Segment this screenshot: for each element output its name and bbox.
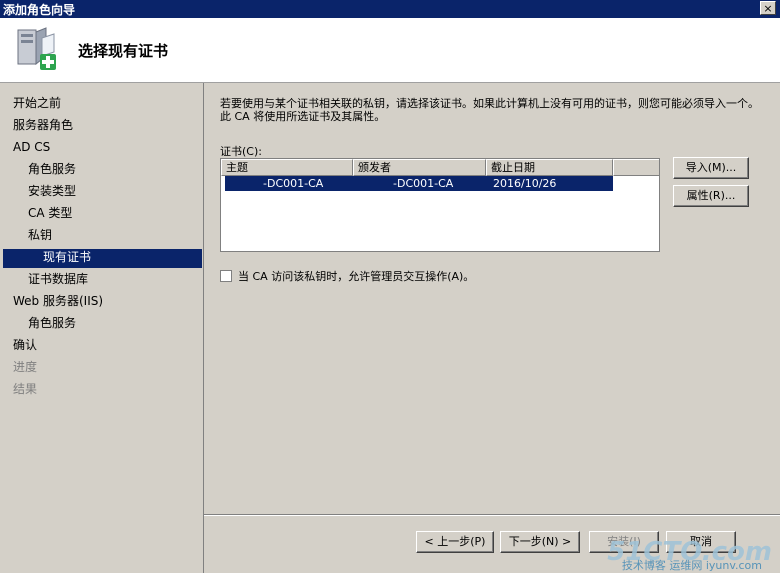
nav-item-role-services[interactable]: 角色服务 bbox=[28, 159, 76, 179]
watermark-text: 技术博客 运维网 iyunv.com bbox=[621, 559, 762, 572]
certificate-list[interactable]: 主题 颁发者 截止日期 -DC001-CA -DC001-CA 2016/10/… bbox=[220, 158, 660, 252]
wizard-content: 若要使用与某个证书相关联的私钥，请选择该证书。如果此计算机上没有可用的证书，则您… bbox=[204, 83, 780, 573]
wizard-header: 选择现有证书 bbox=[0, 18, 780, 83]
title-bar: 添加角色向导 × bbox=[0, 0, 780, 18]
column-subject[interactable]: 主题 bbox=[221, 159, 353, 176]
footer-separator bbox=[204, 514, 780, 516]
column-expiration[interactable]: 截止日期 bbox=[486, 159, 613, 176]
wizard-nav: 开始之前 服务器角色 AD CS 角色服务 安装类型 CA 类型 私钥 现有证书… bbox=[0, 83, 204, 573]
next-button[interactable]: 下一步(N) > bbox=[500, 531, 580, 553]
allow-interaction-label: 当 CA 访问该私钥时，允许管理员交互操作(A)。 bbox=[238, 270, 475, 283]
cell-subject: -DC001-CA bbox=[263, 177, 324, 190]
properties-button[interactable]: 属性(R)... bbox=[673, 185, 749, 207]
list-header: 主题 颁发者 截止日期 bbox=[221, 159, 659, 176]
nav-item-cert-database[interactable]: 证书数据库 bbox=[28, 269, 88, 289]
nav-item-server-roles[interactable]: 服务器角色 bbox=[13, 115, 73, 135]
nav-item-setup-type[interactable]: 安装类型 bbox=[28, 181, 76, 201]
nav-item-private-key[interactable]: 私钥 bbox=[28, 225, 52, 245]
table-row[interactable]: -DC001-CA -DC001-CA 2016/10/26 bbox=[225, 176, 613, 191]
nav-item-progress: 进度 bbox=[13, 360, 38, 374]
nav-item-confirmation[interactable]: 确认 bbox=[13, 335, 37, 355]
previous-button[interactable]: < 上一步(P) bbox=[416, 531, 494, 553]
cell-issuer: -DC001-CA bbox=[393, 177, 454, 190]
page-title: 选择现有证书 bbox=[78, 42, 169, 60]
window-title: 添加角色向导 bbox=[3, 3, 76, 17]
nav-item-web-server-iis[interactable]: Web 服务器(IIS) bbox=[13, 291, 103, 311]
column-issuer[interactable]: 颁发者 bbox=[353, 159, 486, 176]
column-filler bbox=[613, 159, 659, 176]
allow-interaction-checkbox[interactable] bbox=[220, 270, 232, 282]
nav-item-ad-cs[interactable]: AD CS bbox=[13, 137, 50, 157]
nav-item-existing-cert[interactable]: 现有证书 bbox=[43, 247, 91, 267]
cell-expiration: 2016/10/26 bbox=[493, 177, 557, 190]
close-button[interactable]: × bbox=[760, 1, 776, 15]
nav-selection-highlight bbox=[3, 249, 202, 268]
nav-item-before-you-begin[interactable]: 开始之前 bbox=[13, 93, 61, 113]
nav-item-iis-role-services[interactable]: 角色服务 bbox=[28, 313, 76, 333]
description-text: 若要使用与某个证书相关联的私钥，请选择该证书。如果此计算机上没有可用的证书，则您… bbox=[220, 97, 759, 123]
nav-item-ca-type[interactable]: CA 类型 bbox=[28, 203, 72, 223]
server-certificate-icon bbox=[17, 27, 56, 70]
certificates-label: 证书(C): bbox=[220, 145, 262, 158]
import-button[interactable]: 导入(M)... bbox=[673, 157, 749, 179]
nav-item-results: 结果 bbox=[13, 382, 38, 396]
